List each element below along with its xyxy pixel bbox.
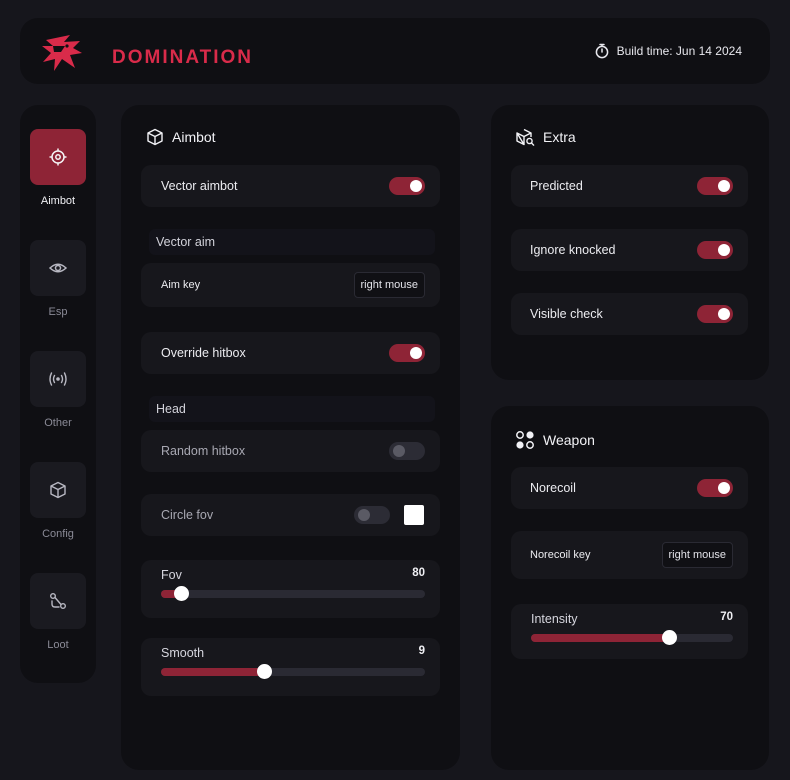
sidebar-item-label: Aimbot <box>40 195 76 207</box>
aimbot-title-text: Aimbot <box>172 129 216 145</box>
norecoil-key-button[interactable]: right mouse <box>661 542 733 568</box>
weapon-panel-title: Weapon <box>515 430 595 450</box>
fov-slider-row: Fov 80 <box>141 560 440 618</box>
brand-name: DOMINATION <box>112 47 254 68</box>
predicted-toggle[interactable] <box>697 177 733 195</box>
extra-panel: Extra Predicted Ignore knocked Visible c… <box>491 105 769 380</box>
aimbot-panel: Aimbot Vector aimbot Vector aim Aim key … <box>121 105 460 770</box>
circle-fov-label: Circle fov <box>161 508 214 522</box>
circle-fov-color-swatch[interactable] <box>404 505 424 525</box>
sidebar-item-config[interactable]: Config <box>20 462 96 552</box>
vector-aim-section-label: Vector aim <box>156 235 216 249</box>
sidebar: Aimbot Esp Other Config Loot <box>20 105 96 683</box>
fov-slider[interactable] <box>161 586 425 601</box>
box-icon <box>147 128 163 146</box>
route-icon <box>50 593 66 609</box>
norecoil-label: Norecoil <box>530 481 576 495</box>
norecoil-key-label: Norecoil key <box>530 549 591 561</box>
build-time: Build time: Jun 14 2024 <box>594 43 742 59</box>
smooth-value: 9 <box>418 645 425 657</box>
sidebar-item-aimbot[interactable]: Aimbot <box>20 129 96 219</box>
extra-title-text: Extra <box>543 129 576 145</box>
intensity-slider-fill <box>531 634 670 642</box>
random-hitbox-row: Random hitbox <box>141 430 440 472</box>
build-time-text: Build time: Jun 14 2024 <box>616 44 742 58</box>
intensity-slider[interactable] <box>531 630 733 645</box>
dots-icon <box>516 431 534 449</box>
aim-key-button[interactable]: right mouse <box>353 272 425 298</box>
intensity-value: 70 <box>720 611 733 623</box>
aimbot-panel-title: Aimbot <box>146 128 216 146</box>
override-hitbox-toggle[interactable] <box>389 344 425 362</box>
norecoil-toggle[interactable] <box>697 479 733 497</box>
norecoil-row: Norecoil <box>511 467 748 509</box>
visible-check-row: Visible check <box>511 293 748 335</box>
sidebar-item-label: Loot <box>47 639 69 651</box>
sidebar-item-other[interactable]: Other <box>20 351 96 441</box>
smooth-slider-thumb[interactable] <box>256 664 272 679</box>
override-hitbox-row: Override hitbox <box>141 332 440 374</box>
aim-key-row: Aim key right mouse <box>141 263 440 307</box>
radio-icon <box>49 372 67 386</box>
sidebar-item-esp[interactable]: Esp <box>20 240 96 330</box>
weapon-panel: Weapon Norecoil Norecoil key right mouse… <box>491 406 769 770</box>
hitbox-section-header: Head <box>149 396 435 422</box>
fov-slider-thumb[interactable] <box>173 586 189 601</box>
ignore-knocked-row: Ignore knocked <box>511 229 748 271</box>
intensity-slider-thumb[interactable] <box>662 630 678 645</box>
hitbox-section-label: Head <box>156 402 186 416</box>
override-hitbox-label: Override hitbox <box>161 346 246 360</box>
box-search-icon <box>516 128 535 146</box>
visible-check-toggle[interactable] <box>697 305 733 323</box>
intensity-slider-row: Intensity 70 <box>511 604 748 659</box>
ignore-knocked-toggle[interactable] <box>697 241 733 259</box>
smooth-slider-row: Smooth 9 <box>141 638 440 696</box>
sidebar-item-label: Esp <box>48 306 68 318</box>
eye-icon <box>49 263 67 273</box>
smooth-label: Smooth <box>161 646 205 660</box>
shark-logo-icon <box>42 35 82 71</box>
sidebar-item-loot[interactable]: Loot <box>20 573 96 663</box>
smooth-slider[interactable] <box>161 664 425 679</box>
sidebar-item-label: Other <box>44 417 72 429</box>
header-bar: DOMINATION Build time: Jun 14 2024 <box>20 18 770 84</box>
aim-key-label: Aim key <box>161 279 201 291</box>
extra-panel-title: Extra <box>515 128 576 146</box>
weapon-title-text: Weapon <box>543 432 595 448</box>
norecoil-key-row: Norecoil key right mouse <box>511 531 748 579</box>
smooth-slider-fill <box>161 668 264 676</box>
intensity-label: Intensity <box>531 612 578 626</box>
circle-fov-toggle[interactable] <box>354 506 390 524</box>
crosshair-icon <box>49 148 67 166</box>
random-hitbox-toggle[interactable] <box>389 442 425 460</box>
predicted-label: Predicted <box>530 179 583 193</box>
vector-aim-section-header: Vector aim <box>149 229 435 255</box>
box-icon <box>50 481 66 499</box>
sidebar-item-label: Config <box>42 528 74 540</box>
vector-aimbot-row: Vector aimbot <box>141 165 440 207</box>
circle-fov-row: Circle fov <box>141 494 440 536</box>
fov-label: Fov <box>161 568 182 582</box>
vector-aimbot-toggle[interactable] <box>389 177 425 195</box>
stopwatch-icon <box>595 43 608 59</box>
visible-check-label: Visible check <box>530 307 603 321</box>
predicted-row: Predicted <box>511 165 748 207</box>
fov-value: 80 <box>412 567 425 579</box>
ignore-knocked-label: Ignore knocked <box>530 243 616 257</box>
vector-aimbot-label: Vector aimbot <box>161 179 238 193</box>
random-hitbox-label: Random hitbox <box>161 444 246 458</box>
